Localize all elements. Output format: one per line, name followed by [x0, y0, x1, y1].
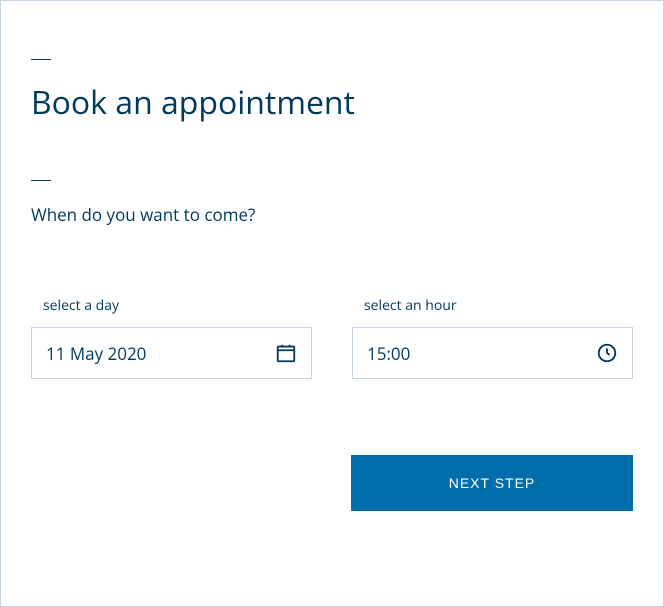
divider-tick [31, 180, 51, 181]
fields-row: select a day 11 May 2020 select an hour … [31, 296, 633, 379]
page-title: Book an appointment [31, 84, 633, 122]
day-field-label: select a day [31, 296, 312, 315]
hour-field-label: select an hour [352, 296, 633, 315]
section-subtitle: When do you want to come? [31, 203, 633, 226]
hour-field: select an hour 15:00 [352, 296, 633, 379]
next-step-button[interactable]: NEXT STEP [351, 455, 633, 511]
appointment-card: Book an appointment When do you want to … [0, 0, 664, 607]
day-value: 11 May 2020 [46, 342, 146, 365]
divider-tick [31, 59, 51, 60]
hour-value: 15:00 [367, 342, 410, 365]
hour-input[interactable]: 15:00 [352, 327, 633, 379]
actions-row: NEXT STEP [31, 455, 633, 511]
clock-icon [596, 342, 618, 364]
calendar-icon [275, 342, 297, 364]
day-field: select a day 11 May 2020 [31, 296, 312, 379]
day-input[interactable]: 11 May 2020 [31, 327, 312, 379]
